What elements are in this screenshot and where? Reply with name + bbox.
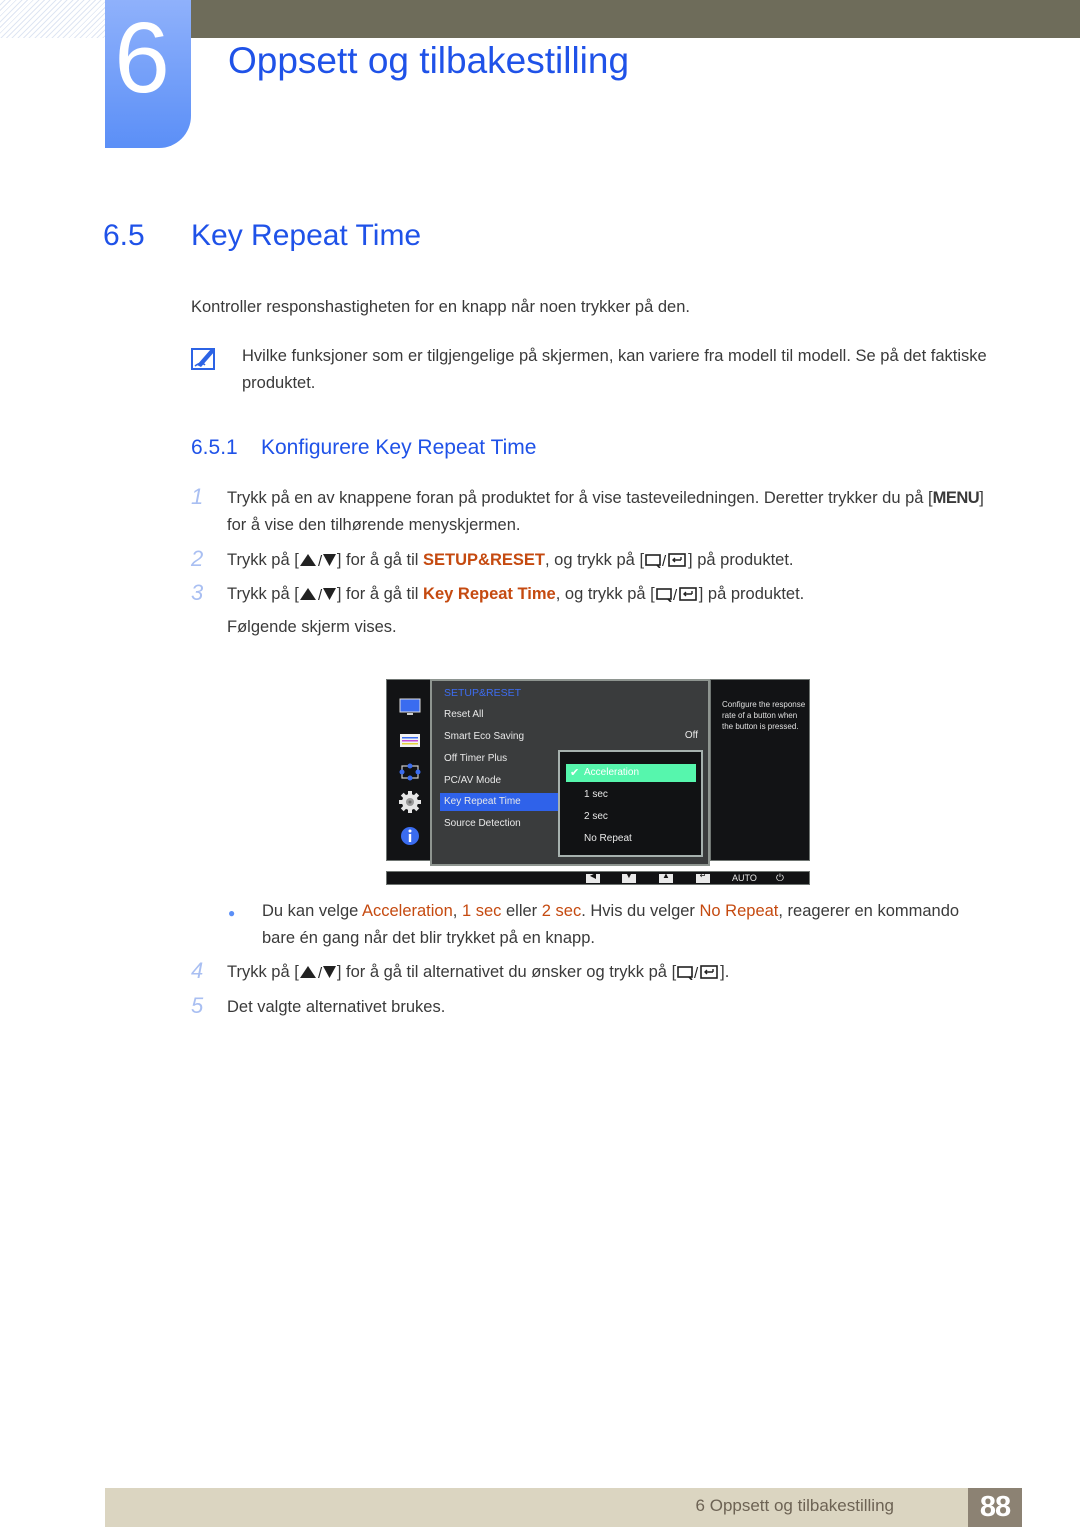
highlight-setup-reset: SETUP&RESET — [423, 551, 545, 569]
bullet-text-part: Du kan velge — [262, 902, 362, 920]
enter-key-icon[interactable]: ↵ — [696, 871, 710, 883]
up-down-arrow-icon: / — [299, 553, 336, 568]
svg-text:/: / — [662, 553, 667, 568]
bullet-text-part: eller — [501, 902, 542, 920]
position-icon — [399, 763, 421, 781]
osd-option-selected[interactable]: ✔ Acceleration — [566, 764, 696, 782]
key-glyph: ▼ — [625, 871, 633, 880]
subsection-number: 6.5.1 — [191, 436, 238, 459]
osd-menu-item[interactable]: Reset All — [444, 706, 558, 724]
svg-text:/: / — [694, 965, 699, 980]
svg-text:/: / — [673, 587, 678, 602]
osd-menu-item-selected[interactable]: Key Repeat Time — [440, 793, 558, 811]
bullet-text: Du kan velge Acceleration, 1 sec eller 2… — [262, 898, 982, 952]
info-icon — [401, 827, 419, 845]
bullet-text-part: , — [452, 902, 462, 920]
step-number: 1 — [191, 484, 204, 509]
step-text-part: Trykk på [ — [227, 551, 299, 569]
osd-help-text: Configure the response rate of a button … — [710, 679, 810, 861]
osd-menu-item[interactable]: PC/AV Mode — [444, 772, 558, 790]
step-text-part: ] for å gå til — [336, 585, 424, 603]
step-text-part: ] på produktet. — [698, 585, 805, 603]
step-text-part: ]. — [720, 963, 730, 981]
step-1-text: Trykk på en av knappene foran på produkt… — [227, 485, 1007, 539]
step-number: 2 — [191, 546, 204, 571]
note-icon — [191, 348, 215, 370]
osd-key-guide: ◀ ▼ ▲ ↵ AUTO ⏻ — [386, 871, 810, 885]
step-text-part: ] for å gå til alternativet du ønsker og… — [336, 963, 677, 981]
page-number: 88 — [968, 1488, 1022, 1527]
osd-menu-header: SETUP&RESET — [444, 687, 522, 699]
monitor-osd-screenshot: SETUP&RESET Reset All Smart Eco Saving O… — [386, 679, 810, 885]
source-enter-icon: / — [655, 587, 697, 602]
step-text-part: Trykk på en av knappene foran på produkt… — [227, 489, 933, 507]
section-number: 6.5 — [103, 219, 145, 252]
chapter-number: 6 — [114, 2, 170, 114]
up-down-arrow-icon: / — [299, 965, 336, 980]
down-key-icon[interactable]: ▼ — [622, 871, 636, 883]
osd-menu-item[interactable]: Source Detection — [444, 815, 558, 833]
auto-key[interactable]: AUTO — [732, 872, 757, 885]
up-down-arrow-icon: / — [299, 587, 336, 602]
svg-text:/: / — [318, 965, 323, 980]
step-4-text: Trykk på [ / ] for å gå til alternativet d… — [227, 959, 1007, 986]
header-decoration — [0, 0, 105, 38]
svg-text:/: / — [318, 553, 323, 568]
step-3-text: Trykk på [ / ] for å gå til Key Repeat Tim… — [227, 581, 1007, 608]
osd-menu-item[interactable]: Smart Eco Saving — [444, 728, 558, 746]
highlight-key-repeat-time: Key Repeat Time — [423, 585, 556, 603]
step-text-part: , og trykk på [ — [544, 551, 645, 569]
step-text-part: Trykk på [ — [227, 963, 299, 981]
footer-chapter-label: 6 Oppsett og tilbakestilling — [695, 1496, 894, 1515]
step-number: 3 — [191, 580, 204, 605]
up-key-icon[interactable]: ▲ — [659, 871, 673, 883]
subsection-title: Konfigurere Key Repeat Time — [261, 436, 537, 459]
osd-options-popup: ✔ Acceleration 1 sec 2 sec No Repeat — [558, 750, 703, 857]
step-number: 5 — [191, 993, 204, 1018]
svg-text:/: / — [318, 587, 323, 602]
step-text-part: , og trykk på [ — [555, 585, 655, 603]
osd-option[interactable]: No Repeat — [566, 830, 696, 848]
page-footer: 6 Oppsett og tilbakestilling 88 — [105, 1488, 1022, 1527]
key-glyph: ◀ — [589, 871, 597, 880]
source-enter-icon: / — [677, 965, 718, 980]
bullet-icon: ● — [228, 906, 236, 920]
step-3-followup: Følgende skjerm vises. — [227, 618, 397, 636]
power-icon[interactable]: ⏻ — [776, 872, 784, 885]
step-5-text: Det valgte alternativet brukes. — [227, 998, 446, 1016]
step-number: 4 — [191, 958, 204, 983]
key-glyph: ▲ — [662, 871, 670, 880]
step-text-part: ] på produktet. — [688, 551, 794, 569]
monitor-icon — [399, 698, 421, 715]
osd-sidebar — [386, 679, 431, 861]
key-glyph: ↵ — [699, 871, 707, 880]
osd-menu-panel: SETUP&RESET Reset All Smart Eco Saving O… — [430, 679, 710, 866]
header-bar — [190, 0, 1080, 38]
osd-option[interactable]: 1 sec — [566, 786, 696, 804]
menu-key: MENU — [932, 489, 980, 507]
source-enter-icon: / — [645, 553, 686, 568]
osd-menu-item[interactable]: Off Timer Plus — [444, 750, 558, 768]
osd-menu-value: Off — [684, 730, 698, 741]
step-2-text: Trykk på [ / ] for å gå til SETUP&RESET, o… — [227, 547, 1007, 574]
osd-option-label: Acceleration — [584, 767, 640, 778]
chapter-tab: 6 — [105, 0, 191, 148]
highlight-option: No Repeat — [699, 902, 779, 920]
gear-icon — [399, 791, 421, 813]
highlight-option: 1 sec — [461, 902, 502, 920]
chapter-title: Oppsett og tilbakestilling — [228, 40, 630, 81]
left-key-icon[interactable]: ◀ — [586, 871, 600, 883]
intro-text: Kontroller responshastigheten for en kna… — [191, 298, 690, 316]
step-text-part: ] for å gå til — [336, 551, 424, 569]
section-title: Key Repeat Time — [191, 219, 422, 252]
highlight-option: Acceleration — [361, 902, 453, 920]
picture-settings-icon — [400, 734, 420, 747]
bullet-text-part: . Hvis du velger — [581, 902, 700, 920]
note-text: Hvilke funksjoner som er tilgjengelige p… — [242, 347, 987, 392]
osd-option[interactable]: 2 sec — [566, 808, 696, 826]
highlight-option: 2 sec — [541, 902, 582, 920]
check-icon: ✔ — [570, 767, 580, 779]
step-text-part: Trykk på [ — [227, 585, 299, 603]
